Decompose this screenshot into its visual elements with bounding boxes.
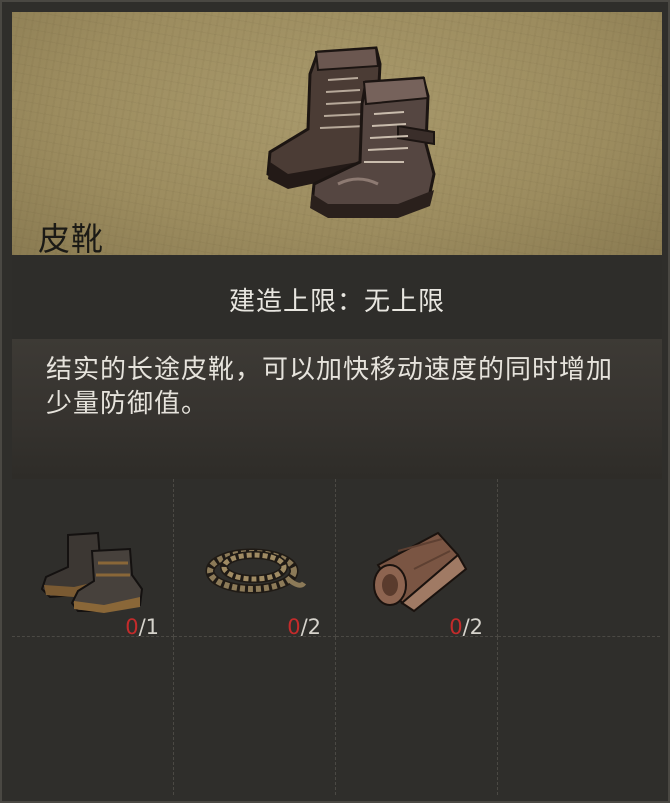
item-detail-panel: 皮靴 建造上限：无上限 结实的长途皮靴，可以加快移动速度的同时增加少量防御值。 … bbox=[0, 0, 670, 803]
boots-material-icon bbox=[40, 531, 144, 613]
material-slot-7[interactable] bbox=[336, 637, 498, 795]
owned-count: 0 bbox=[287, 615, 301, 639]
item-name: 皮靴 bbox=[38, 220, 105, 258]
item-description-box: 结实的长途皮靴，可以加快移动速度的同时增加少量防御值。 bbox=[12, 339, 662, 479]
material-slot-6[interactable] bbox=[174, 637, 336, 795]
material-slot-2[interactable]: 0/2 bbox=[174, 479, 336, 639]
leather-roll-icon bbox=[373, 531, 468, 613]
build-limit-bar: 建造上限：无上限 bbox=[12, 255, 662, 340]
material-slot-4[interactable] bbox=[498, 479, 660, 637]
material-slot-8[interactable] bbox=[498, 637, 660, 795]
required-count: /2 bbox=[300, 615, 321, 639]
owned-count: 0 bbox=[125, 615, 139, 639]
owned-count: 0 bbox=[449, 615, 463, 639]
material-slot-1[interactable]: 0/1 bbox=[12, 479, 174, 639]
material-count-1: 0/1 bbox=[125, 615, 159, 639]
material-grid: 0/1 0/2 0/2 bbox=[12, 479, 662, 795]
leather-boots-icon bbox=[266, 46, 436, 218]
material-slot-5[interactable] bbox=[12, 637, 174, 795]
item-description: 结实的长途皮靴，可以加快移动速度的同时增加少量防御值。 bbox=[46, 355, 614, 419]
required-count: /1 bbox=[138, 615, 159, 639]
required-count: /2 bbox=[462, 615, 483, 639]
build-limit-text: 建造上限：无上限 bbox=[228, 287, 445, 317]
material-count-2: 0/2 bbox=[287, 615, 321, 639]
material-count-3: 0/2 bbox=[449, 615, 483, 639]
material-slot-3[interactable]: 0/2 bbox=[336, 479, 498, 639]
item-header: 皮靴 bbox=[12, 12, 662, 258]
rope-icon bbox=[205, 548, 307, 594]
